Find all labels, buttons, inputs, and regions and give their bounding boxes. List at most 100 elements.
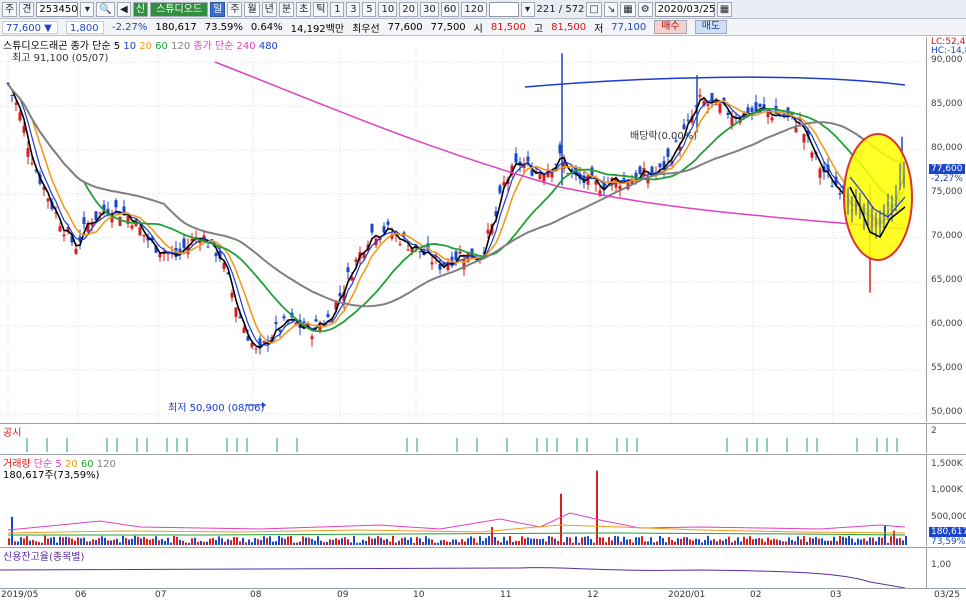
volume-bar xyxy=(647,541,649,545)
candle-body xyxy=(730,116,734,126)
notice-pane[interactable]: 공시 xyxy=(0,423,926,453)
notice-marker xyxy=(636,438,638,452)
volume-axis: 1,500K 1,000K 500,000 180,617 73,59% xyxy=(926,454,966,547)
interval-20[interactable]: 20 xyxy=(399,1,418,17)
volume-bar xyxy=(257,539,259,545)
volume-bar xyxy=(32,539,34,545)
volume-ma-120: 120 xyxy=(96,459,116,470)
candle-body xyxy=(486,229,490,234)
tab-month[interactable]: 월 xyxy=(244,1,260,17)
prev-stock-icon[interactable]: ◀ xyxy=(116,1,131,17)
volume-pane[interactable]: 거래량 단순 5 20 60 120 180,617주(73,59%) xyxy=(0,454,926,546)
volume-bar xyxy=(143,536,145,545)
volume-bar xyxy=(770,539,772,545)
volume-bar xyxy=(23,538,25,545)
volume-bar xyxy=(125,538,127,545)
interval-5[interactable]: 5 xyxy=(362,1,377,17)
interval-3[interactable]: 3 xyxy=(346,1,361,17)
volume-bar xyxy=(350,542,352,545)
notice-axis-value: 2 xyxy=(931,426,937,436)
trend-icon[interactable]: ↘ xyxy=(603,1,619,17)
volume-bar xyxy=(89,541,91,545)
interval-dropdown-icon[interactable]: ▾ xyxy=(520,1,535,17)
volume: 180,617 xyxy=(155,21,197,33)
settings-icon[interactable]: ⚙ xyxy=(637,1,653,17)
volume-bar xyxy=(578,542,580,545)
volume-bar xyxy=(674,541,676,545)
interval-30[interactable]: 30 xyxy=(419,1,439,17)
volume-bar xyxy=(872,537,874,545)
candle-body xyxy=(458,251,462,254)
volume-bar xyxy=(8,538,10,545)
volume-bar xyxy=(803,536,805,545)
volume-bar xyxy=(776,539,778,545)
buy-button[interactable]: 매수 xyxy=(654,20,687,34)
notice-marker xyxy=(456,438,458,452)
period-button-week[interactable]: 주 xyxy=(2,1,18,17)
period-button-view[interactable]: 견 xyxy=(19,1,35,17)
volume-bar xyxy=(41,542,43,545)
candle-body xyxy=(698,94,702,97)
volume-bar xyxy=(50,537,52,545)
candle-body xyxy=(418,251,422,253)
current-price: 77,600 ▼ xyxy=(2,20,58,34)
volume-bar xyxy=(821,538,823,545)
x-label-end: 03/25 xyxy=(934,590,960,600)
interval-120[interactable]: 120 xyxy=(461,1,487,17)
credit-pane[interactable]: 신용잔고율(종목별) xyxy=(0,547,926,589)
candle-body xyxy=(326,314,330,318)
volume-bar xyxy=(278,535,280,545)
volume-bar xyxy=(293,542,295,545)
credit-axis: 1,00 xyxy=(926,547,966,588)
volume-bar xyxy=(131,538,133,545)
volume-bar xyxy=(743,536,745,545)
volume-bar xyxy=(809,537,811,545)
dropdown-icon[interactable]: ▾ xyxy=(80,1,95,17)
candle-body xyxy=(718,103,722,113)
dividend-note: 배당락(0.00%) xyxy=(630,131,698,142)
calendar-icon[interactable]: ▦ xyxy=(716,1,733,17)
tab-year[interactable]: 년 xyxy=(261,1,277,17)
search-icon[interactable]: 🔍 xyxy=(96,1,115,17)
interval-60[interactable]: 60 xyxy=(440,1,460,17)
sell-button[interactable]: 매도 xyxy=(694,20,728,34)
price-chart[interactable] xyxy=(0,37,926,422)
tab-tick[interactable]: 틱 xyxy=(313,1,329,17)
volume-bar xyxy=(146,538,148,545)
price-chart-pane[interactable]: 스튜디오드래곤 종가 단순 5 10 20 60 120 종가 단순 240 4… xyxy=(0,37,926,422)
volume-bar xyxy=(428,538,430,545)
interval-10[interactable]: 10 xyxy=(378,1,398,17)
legend-ma-10: 10 xyxy=(123,41,137,52)
candle-body xyxy=(766,111,770,118)
date-input[interactable]: 2020/03/25 xyxy=(654,1,715,17)
candle-body xyxy=(46,198,50,202)
volume-bar xyxy=(779,540,781,545)
volume-bar xyxy=(266,538,268,545)
volume-chart[interactable] xyxy=(0,455,926,547)
tab-second[interactable]: 초 xyxy=(296,1,312,17)
volume-bar xyxy=(575,536,577,545)
volume-bar xyxy=(122,535,124,545)
price-change-pct: -2.27% xyxy=(112,21,148,33)
volume-bar xyxy=(773,538,775,545)
notice-marker xyxy=(896,438,898,452)
grid-icon[interactable]: ▦ xyxy=(620,1,636,17)
tab-minute[interactable]: 분 xyxy=(278,1,295,17)
stock-code-input[interactable]: 253450 xyxy=(36,1,79,17)
volume-bar xyxy=(368,536,370,545)
interval-custom-input[interactable] xyxy=(488,1,519,17)
tab-day[interactable]: 일 xyxy=(210,1,226,17)
candle-body xyxy=(130,225,134,229)
volume-bar xyxy=(338,539,340,545)
candle-body xyxy=(206,246,210,248)
volume-bar xyxy=(644,541,646,545)
notice-marker xyxy=(756,438,758,452)
interval-1[interactable]: 1 xyxy=(330,1,345,17)
notice-marker xyxy=(66,438,68,452)
checkbox-icon[interactable]: □ xyxy=(586,1,602,17)
tab-week[interactable]: 주 xyxy=(227,1,243,17)
volume-bar xyxy=(749,536,751,545)
notice-marker xyxy=(476,438,478,452)
volume-bar xyxy=(326,542,328,545)
volume-bar xyxy=(62,537,64,545)
